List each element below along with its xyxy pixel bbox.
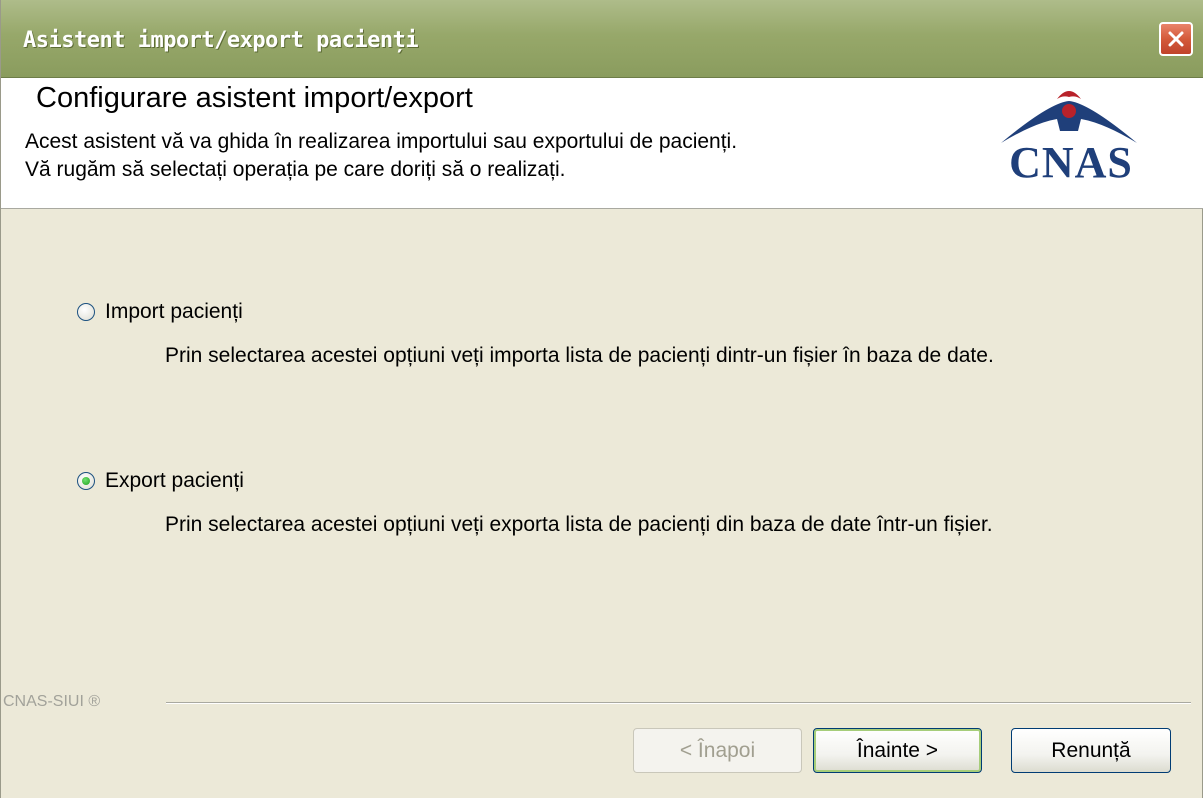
page-description: Acest asistent vă va ghida în realizarea…: [25, 128, 737, 184]
next-button[interactable]: Înainte >: [813, 728, 982, 773]
option-export[interactable]: Export pacienți: [77, 469, 244, 493]
title-bar: Asistent import/export pacienți: [1, 0, 1203, 78]
close-icon: [1166, 29, 1186, 49]
back-button[interactable]: < Înapoi: [633, 728, 802, 773]
option-import[interactable]: Import pacienți: [77, 300, 243, 324]
description-line-2: Vă rugăm să selectați operația pe care d…: [25, 158, 566, 181]
page-title: Configurare asistent import/export: [36, 82, 473, 114]
import-radio[interactable]: [77, 303, 95, 321]
import-description: Prin selectarea acestei opțiuni veți imp…: [165, 344, 994, 367]
import-label: Import pacienți: [105, 300, 243, 323]
wizard-window: Asistent import/export pacienți Configur…: [0, 0, 1203, 798]
export-label: Export pacienți: [105, 469, 244, 492]
export-radio[interactable]: [77, 472, 95, 490]
export-description: Prin selectarea acestei opțiuni veți exp…: [165, 513, 993, 536]
footer-brand: CNAS-SIUI ®: [3, 693, 101, 710]
footer-divider: [166, 702, 1191, 704]
wizard-header: Configurare asistent import/export Acest…: [1, 78, 1203, 209]
close-button[interactable]: [1159, 22, 1193, 56]
description-line-1: Acest asistent vă va ghida în realizarea…: [25, 130, 738, 153]
cnas-logo: CNAS: [979, 85, 1159, 187]
cancel-button[interactable]: Renunță: [1011, 728, 1171, 773]
logo-text: CNAS: [1009, 138, 1133, 185]
window-title: Asistent import/export pacienți: [23, 28, 419, 53]
